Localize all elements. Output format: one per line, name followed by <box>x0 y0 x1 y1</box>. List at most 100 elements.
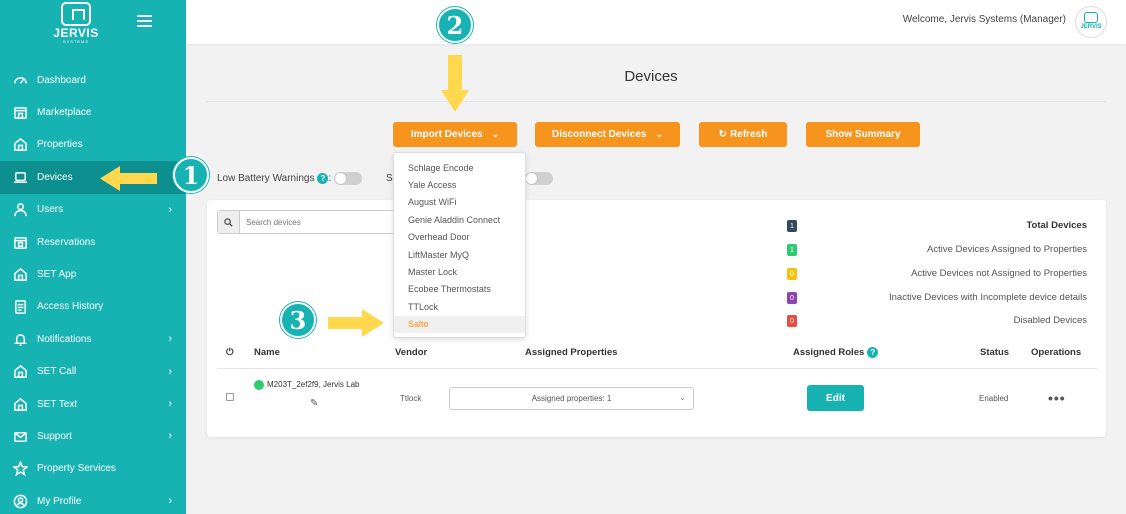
operations-column-header: Operations <box>1031 347 1082 358</box>
sidebar-item-label: Notifications <box>37 333 92 345</box>
chevron-right-icon: › <box>168 333 172 346</box>
import-menu-item[interactable]: TTLock <box>394 298 525 315</box>
sidebar-item-set-app[interactable]: SET App <box>0 258 186 290</box>
chevron-right-icon: › <box>168 365 172 378</box>
second-toggle[interactable] <box>525 172 553 185</box>
arrow-down-annotation <box>441 55 469 112</box>
row-checkbox[interactable] <box>226 393 234 401</box>
welcome-text: Welcome, Jervis Systems (Manager) <box>902 14 1066 25</box>
vendor-column-header: Vendor <box>395 347 428 358</box>
page-title: Devices <box>624 68 678 85</box>
sidebar-item-label: Devices <box>37 171 73 183</box>
edit-roles-button[interactable]: Edit <box>807 385 864 411</box>
import-menu-item[interactable]: Yale Access <box>394 176 525 193</box>
assigned-properties-column-header: Assigned Properties <box>525 347 618 358</box>
legend-count-badge: 0 <box>787 292 797 304</box>
dashboard-icon <box>12 72 28 88</box>
import-menu-item[interactable]: Schlage Encode <box>394 159 525 176</box>
search-input[interactable] <box>246 215 396 229</box>
sidebar-item-label: My Profile <box>37 495 82 507</box>
legend-row: 0 Disabled Devices <box>787 315 1087 328</box>
profile-icon <box>12 493 28 509</box>
sidebar-item-reservations[interactable]: Reservations <box>0 226 186 258</box>
house-logo-icon <box>61 2 91 26</box>
avatar[interactable]: JERVIS <box>1075 6 1107 38</box>
sidebar-item-label: Dashboard <box>37 74 86 86</box>
mail-icon <box>12 428 28 444</box>
import-devices-menu: Schlage Encode Yale Access August WiFi Geni… <box>393 152 526 338</box>
user-icon <box>12 202 28 218</box>
chevron-right-icon: › <box>168 495 172 508</box>
sidebar-item-label: Access History <box>37 301 104 313</box>
sidebar-item-users[interactable]: Users › <box>0 194 186 226</box>
home-icon <box>12 396 28 412</box>
import-menu-item[interactable]: August WiFi <box>394 194 525 211</box>
assigned-roles-column-header: Assigned Roles ? <box>793 347 879 358</box>
legend-count-badge: 1 <box>787 244 797 256</box>
legend-row: 0 Inactive Devices with Incomplete device… <box>787 292 1087 305</box>
sidebar-item-set-text[interactable]: SET Text › <box>0 388 186 420</box>
step-1-badge: 1 <box>173 157 209 193</box>
sidebar-item-notifications[interactable]: Notifications › <box>0 323 186 355</box>
chevron-down-icon: ⌄ <box>491 129 500 139</box>
refresh-button[interactable]: ↻ Refresh <box>699 122 787 147</box>
legend-count-badge: 0 <box>787 315 797 327</box>
show-summary-button[interactable]: Show Summary <box>806 122 920 147</box>
refresh-label: Refresh <box>730 129 768 140</box>
sidebar-item-access-history[interactable]: Access History <box>0 291 186 323</box>
chevron-right-icon: › <box>168 398 172 411</box>
device-vendor: Ttlock <box>400 394 422 403</box>
legend-label: Disabled Devices <box>1013 315 1087 326</box>
import-menu-item[interactable]: Genie Aladdin Connect <box>394 211 525 228</box>
legend-label: Inactive Devices with Incomplete device … <box>888 292 1087 303</box>
calendar-icon <box>12 234 28 250</box>
sidebar-item-dashboard[interactable]: Dashboard <box>0 64 186 96</box>
legend-label: Active Devices Assigned to Properties <box>927 244 1087 255</box>
import-menu-item[interactable]: Salto <box>394 315 525 333</box>
sidebar-item-set-call[interactable]: SET Call › <box>0 356 186 388</box>
help-icon[interactable]: ? <box>867 347 879 358</box>
sidebar-item-label: SET App <box>37 269 77 281</box>
sidebar-item-label: Marketplace <box>37 107 92 119</box>
status-column-header: Status <box>980 347 1010 358</box>
low-battery-toggle[interactable] <box>334 172 363 185</box>
power-column-header: ⏻ <box>226 347 234 358</box>
step-2-badge: 2 <box>437 7 473 43</box>
import-menu-item[interactable]: Overhead Door <box>394 229 525 246</box>
import-devices-button[interactable]: Import Devices ⌄ <box>393 122 517 147</box>
search-icon[interactable] <box>218 211 240 233</box>
sidebar-item-my-profile[interactable]: My Profile › <box>0 485 186 514</box>
assigned-roles-label: Assigned Roles <box>793 347 865 358</box>
home-icon <box>12 267 28 283</box>
title-divider <box>206 101 1106 102</box>
top-header: Welcome, Jervis Systems (Manager) JERVIS <box>186 0 1126 44</box>
more-operations-icon[interactable]: ••• <box>1048 391 1066 405</box>
low-battery-warnings: Low Battery Warnings ? : <box>217 172 363 185</box>
sidebar-item-devices[interactable]: Devices <box>0 161 186 194</box>
sidebar-item-support[interactable]: Support › <box>0 420 186 452</box>
import-menu-item[interactable]: Master Lock <box>394 263 525 280</box>
sidebar-item-label: Users <box>37 204 64 216</box>
legend-row: 1 Active Devices Assigned to Properties <box>787 244 1087 257</box>
home-icon <box>12 364 28 380</box>
sidebar-item-marketplace[interactable]: Marketplace <box>0 96 186 128</box>
help-icon[interactable]: ? <box>317 173 329 184</box>
pencil-edit-icon[interactable]: ✎ <box>310 398 318 409</box>
hamburger-menu-icon[interactable] <box>137 15 152 27</box>
import-menu-item[interactable]: Ecobee Thermostats <box>394 281 525 298</box>
show-summary-label: Show Summary <box>825 129 901 140</box>
legend-label: Active Devices not Assigned to Propertie… <box>911 268 1087 279</box>
online-status-dot <box>254 380 264 390</box>
low-battery-label: Low Battery Warnings <box>217 173 315 184</box>
jervis-logo[interactable]: JERVIS SYSTEMS <box>52 2 100 44</box>
arrow-right-annotation <box>328 309 384 337</box>
colon-separator: : <box>328 173 332 184</box>
legend-label: Total Devices <box>1026 220 1087 231</box>
import-menu-item[interactable]: LiftMaster MyQ <box>394 246 525 263</box>
assigned-properties-select[interactable]: Assigned properties: 1 ⌄ <box>449 387 694 410</box>
sidebar-item-properties[interactable]: Properties <box>0 129 186 161</box>
step-3-badge: 3 <box>280 302 316 338</box>
sidebar-item-property-services[interactable]: Property Services <box>0 453 186 485</box>
disconnect-devices-button[interactable]: Disconnect Devices ⌄ <box>535 122 680 147</box>
device-status: Enabled <box>979 394 1009 403</box>
